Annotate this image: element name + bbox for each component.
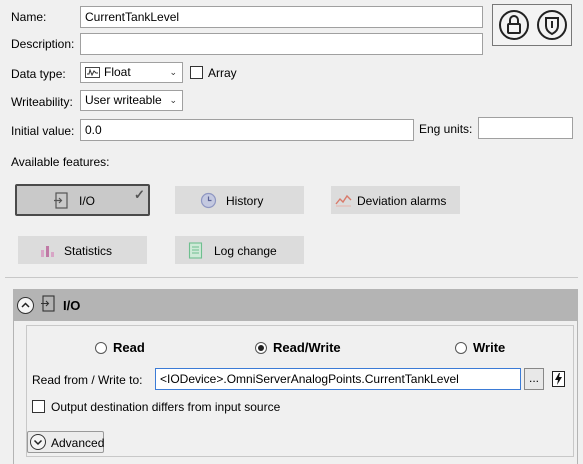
radio-write[interactable] [455,342,467,354]
shield-icon[interactable] [536,9,568,41]
name-label: Name: [11,10,47,24]
radio-read[interactable] [95,342,107,354]
feature-io-label: I/O [79,194,96,208]
initial-value-input[interactable]: 0.0 [80,119,414,141]
collapse-icon[interactable] [17,297,34,314]
history-icon [200,192,217,209]
description-input[interactable] [80,33,483,55]
datatype-select[interactable]: Float ⌄ [80,62,183,83]
chevron-down-icon: ⌄ [169,67,177,77]
output-differs-label: Output destination differs from input so… [51,400,281,414]
radio-read-write-label: Read/Write [273,340,341,355]
lightning-icon[interactable] [552,371,565,387]
io-panel-header: I/O [13,289,578,321]
name-input[interactable]: CurrentTankLevel [80,6,483,28]
feature-history-button[interactable]: History [175,186,304,214]
log-change-icon [188,242,204,259]
radio-read-label: Read [113,340,145,355]
advanced-button[interactable]: Advanced [27,431,104,453]
initial-value-label: Initial value: [11,124,75,138]
feature-deviation-alarms-button[interactable]: Deviation alarms [331,186,460,214]
io-icon [40,295,55,312]
writeability-value: User writeable [85,93,162,107]
statistics-icon [39,243,55,259]
radio-read-write[interactable] [255,342,267,354]
lock-icon[interactable] [498,9,530,41]
array-label: Array [208,66,237,80]
feature-history-label: History [226,194,264,208]
output-differs-checkbox[interactable] [32,400,45,413]
description-label: Description: [11,37,75,51]
datatype-label: Data type: [11,67,66,81]
waveform-icon [85,67,100,78]
available-features-label: Available features: [11,155,110,169]
source-input[interactable]: <IODevice>.OmniServerAnalogPoints.Curren… [155,368,521,390]
advanced-label: Advanced [51,436,105,450]
radio-write-label: Write [473,340,506,355]
checkmark-icon: ✓ [134,187,145,202]
browse-button[interactable]: ... [524,368,544,390]
feature-statistics-label: Statistics [64,244,113,258]
feature-log-change-label: Log change [214,244,277,258]
source-label: Read from / Write to: [32,373,143,387]
divider [5,277,578,278]
eng-units-label: Eng units: [419,122,473,136]
deviation-alarm-icon [335,193,352,209]
writeability-select[interactable]: User writeable ⌄ [80,90,183,111]
io-icon [53,192,69,209]
array-checkbox[interactable] [190,66,203,79]
feature-log-change-button[interactable]: Log change [175,236,304,264]
expand-icon [30,434,46,450]
eng-units-input[interactable] [478,117,573,139]
feature-statistics-button[interactable]: Statistics [18,236,147,264]
chevron-down-icon: ⌄ [169,95,177,105]
io-panel-title: I/O [63,298,81,313]
feature-io-button[interactable]: I/O ✓ [15,184,150,216]
feature-deviation-alarms-label: Deviation alarms [357,194,447,208]
datatype-value: Float [104,65,131,79]
security-toolbar [492,4,572,46]
writeability-label: Writeability: [11,95,73,109]
